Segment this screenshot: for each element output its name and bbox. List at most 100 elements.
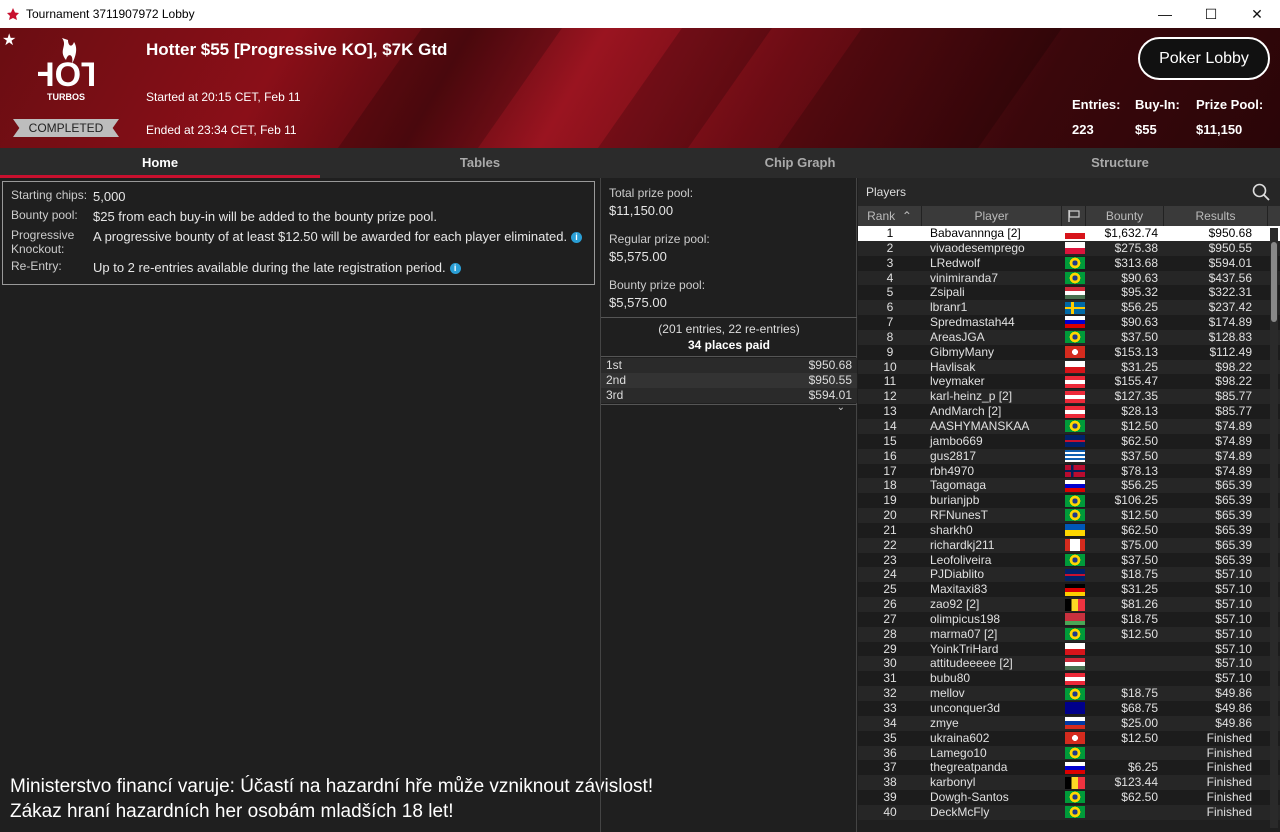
player-row[interactable]: 13 AndMarch [2] $28.13 $85.77 [858,404,1280,419]
player-row[interactable]: 7 Spredmastah44 $90.63 $174.89 [858,315,1280,330]
country-flag-icon [1064,478,1086,493]
info-icon[interactable]: i [449,263,461,275]
scrollbar-thumb[interactable] [1271,242,1277,322]
player-row[interactable]: 26 zao92 [2] $81.26 $57.10 [858,597,1280,612]
player-row[interactable]: 2 vivaodesemprego $275.38 $950.55 [858,240,1280,256]
maximize-button[interactable]: ☐ [1188,0,1234,28]
player-row[interactable]: 34 zmye $25.00 $49.86 [858,715,1280,731]
player-row[interactable]: 39 Dowgh-Santos $62.50 Finished [858,790,1280,805]
player-bounty: $18.75 [1121,567,1158,582]
bounty-column-header[interactable]: Bounty [1086,206,1164,226]
player-rank: 13 [883,404,897,419]
player-row[interactable]: 25 Maxitaxi83 $31.25 $57.10 [858,582,1280,598]
player-row[interactable]: 23 Leofoliveira $37.50 $65.39 [858,552,1280,568]
player-row[interactable]: 22 richardkj211 $75.00 $65.39 [858,537,1280,553]
player-row[interactable]: 37 thegreatpanda $6.25 Finished [858,760,1280,776]
svg-text:HOT: HOT [38,56,94,94]
tab-tables[interactable]: Tables [320,148,640,178]
player-row[interactable]: 31 bubu80 $57.10 [858,671,1280,687]
search-icon[interactable] [1252,183,1270,201]
player-row[interactable]: 14 AASHYMANSKAA $12.50 $74.89 [858,418,1280,434]
country-flag-icon [1064,315,1086,330]
player-bounty [1086,656,1162,671]
country-flag-icon [1064,597,1086,612]
player-row[interactable]: 36 Lamego10 Finished [858,745,1280,761]
chevron-down-icon[interactable]: ⌄ [837,402,845,413]
player-result: $237.42 [1208,300,1252,315]
country-flag-icon [1064,642,1086,657]
player-rank: 30 [883,656,897,671]
country-flag-icon [1064,790,1086,805]
player-column-header[interactable]: Player [922,206,1062,226]
player-row[interactable]: 10 Havlisak $31.25 $98.22 [858,359,1280,375]
country-flag-icon [1064,226,1086,241]
player-row[interactable]: 35 ukraina602 $12.50 Finished [858,730,1280,746]
player-row[interactable]: 24 PJDiablito $18.75 $57.10 [858,567,1280,583]
start-time: Started at 20:15 CET, Feb 11 [146,90,301,104]
player-row[interactable]: 15 jambo669 $62.50 $74.89 [858,433,1280,449]
player-row[interactable]: 5 Zsipali $95.32 $322.31 [858,285,1280,301]
player-result: $57.10 [1215,641,1252,656]
player-row[interactable]: 32 mellov $18.75 $49.86 [858,686,1280,701]
player-row[interactable]: 6 lbranr1 $56.25 $237.42 [858,300,1280,316]
country-flag-icon [1064,775,1086,790]
payout-expand[interactable]: ⌄ [601,402,857,414]
rank-header-label: Rank [867,209,896,223]
country-flag-icon [1064,434,1086,449]
total-prize-value: $11,150.00 [609,203,674,218]
player-name: PJDiablito [930,567,985,582]
player-row[interactable]: 21 sharkh0 $62.50 $65.39 [858,522,1280,538]
player-row[interactable]: 28 marma07 [2] $12.50 $57.10 [858,626,1280,642]
player-row[interactable]: 38 karbonyl $123.44 Finished [858,775,1280,791]
tab-chip-graph[interactable]: Chip Graph [640,148,960,178]
player-row[interactable]: 1 Babavannnga [2] $1,632.74 $950.68 [858,226,1280,241]
poker-lobby-button[interactable]: Poker Lobby [1138,37,1270,80]
info-icon[interactable]: i [571,232,583,244]
player-name: mellov [930,686,965,701]
player-result: $594.01 [1208,255,1252,270]
payout-place: 3rd [606,388,624,402]
player-result: $57.10 [1215,626,1252,641]
player-result: $74.89 [1215,448,1252,463]
player-row[interactable]: 16 gus2817 $37.50 $74.89 [858,448,1280,464]
minimize-button[interactable]: — [1142,0,1188,28]
player-row[interactable]: 40 DeckMcFly Finished [858,804,1280,820]
tab-structure[interactable]: Structure [960,148,1280,178]
player-row[interactable]: 27 olimpicus198 $18.75 $57.10 [858,611,1280,627]
player-rank: 6 [886,300,894,315]
player-row[interactable]: 4 vinimiranda7 $90.63 $437.56 [858,270,1280,286]
player-row[interactable]: 29 YoinkTriHard $57.10 [858,641,1280,657]
results-column-header[interactable]: Results [1164,206,1268,226]
player-row[interactable]: 8 AreasJGA $37.50 $128.83 [858,329,1280,345]
player-row[interactable]: 17 rbh4970 $78.13 $74.89 [858,463,1280,479]
player-name: thegreatpanda [930,760,1008,775]
player-name: attitudeeeee [2] [930,656,1013,671]
players-scrollbar[interactable] [1270,228,1278,828]
player-row[interactable]: 11 lveymaker $155.47 $98.22 [858,374,1280,390]
player-row[interactable]: 33 unconquer3d $68.75 $49.86 [858,701,1280,716]
close-button[interactable]: ✕ [1234,0,1280,28]
player-bounty: $90.63 [1121,270,1158,285]
player-row[interactable]: 20 RFNunesT $12.50 $65.39 [858,508,1280,523]
tab-home[interactable]: Home [0,148,320,178]
window-titlebar: Tournament 3711907972 Lobby — ☐ ✕ [0,0,1280,28]
flag-column-header[interactable] [1062,206,1086,226]
country-flag-icon [1064,389,1086,404]
player-row[interactable]: 19 burianjpb $106.25 $65.39 [858,493,1280,509]
rank-column-header[interactable]: Rank ⌃ [858,206,922,226]
info-label: Bounty pool: [11,208,78,222]
country-flag-icon [1064,404,1086,419]
player-rank: 34 [883,715,897,730]
star-icon[interactable]: ★ [2,30,16,50]
player-row[interactable]: 30 attitudeeeee [2] $57.10 [858,656,1280,672]
player-row[interactable]: 12 karl-heinz_p [2] $127.35 $85.77 [858,389,1280,405]
player-row[interactable]: 3 LRedwolf $313.68 $594.01 [858,255,1280,271]
player-name: olimpicus198 [930,611,1001,626]
player-row[interactable]: 18 Tagomaga $56.25 $65.39 [858,478,1280,494]
player-name: bubu80 [930,671,971,686]
player-rank: 24 [883,567,897,582]
player-row[interactable]: 9 GibmyMany $153.13 $112.49 [858,344,1280,360]
player-name: Zsipali [930,285,965,300]
places-paid: 34 places paid [687,338,771,352]
player-result: $112.49 [1209,344,1253,359]
